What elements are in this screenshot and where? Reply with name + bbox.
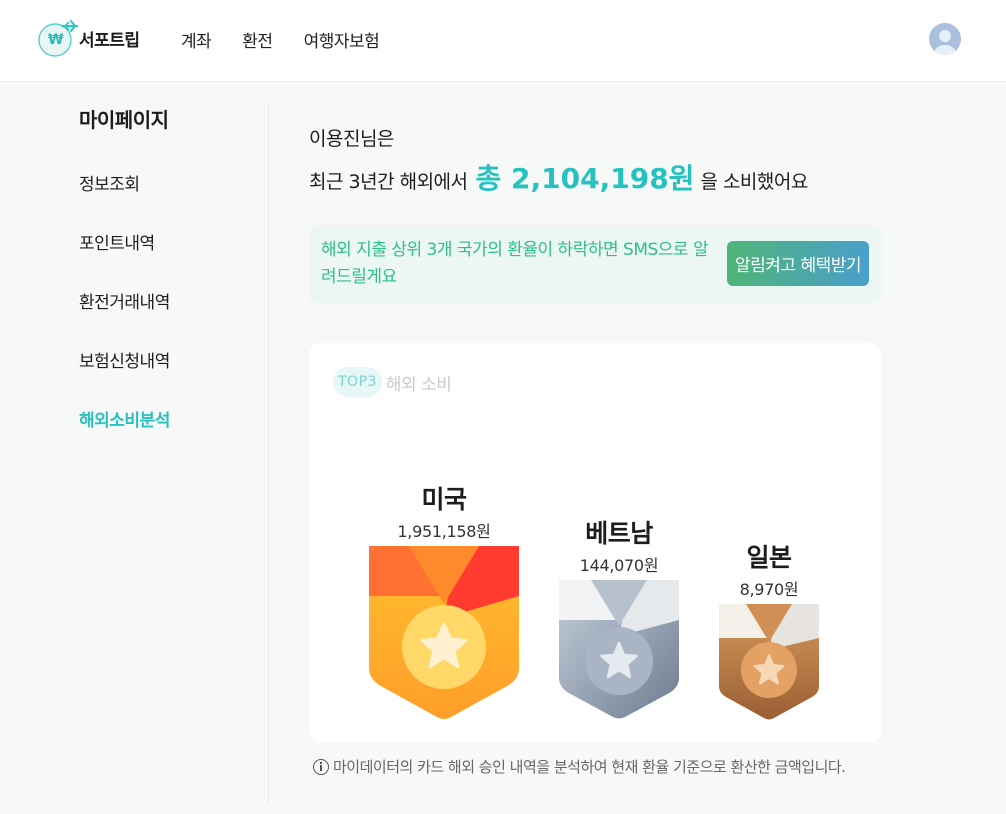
footnote: 마이데이터의 카드 해외 승인 내역을 분석하여 현재 환율 기준으로 환산한 … xyxy=(313,756,846,777)
silver-medal-icon xyxy=(559,580,679,719)
top3-badge: TOP3 xyxy=(333,367,382,397)
info-icon xyxy=(313,758,329,775)
rank-3-country: 일본 xyxy=(746,543,792,572)
bronze-medal-icon xyxy=(719,604,819,720)
total-amount: 총 2,104,198원 xyxy=(475,162,695,195)
brand-name: 서포트립 xyxy=(79,30,140,51)
spending-summary: 최근 3년간 해외에서 총 2,104,198원 을 소비했어요 xyxy=(309,157,881,197)
user-avatar-icon[interactable] xyxy=(929,23,961,55)
sidebar: 마이페이지 정보조회 포인트내역 환전거래내역 보험신청내역 해외소비분석 xyxy=(79,104,269,804)
sidebar-item-points[interactable]: 포인트내역 xyxy=(79,229,170,288)
rank-2-item: 베트남 144,070원 xyxy=(559,514,679,720)
sidebar-item-insurance-history[interactable]: 보험신청내역 xyxy=(79,347,170,406)
summary-prefix: 최근 3년간 해외에서 xyxy=(309,171,468,193)
sidebar-menu: 정보조회 포인트내역 환전거래내역 보험신청내역 해외소비분석 xyxy=(79,170,170,465)
rank-1-country: 미국 xyxy=(421,485,467,514)
summary-suffix: 을 소비했어요 xyxy=(700,171,808,193)
rank-2-country: 베트남 xyxy=(585,519,653,548)
top3-spending-card: TOP3 해외 소비 미국 1,951,158원 베트남 144,070원 일본… xyxy=(309,343,881,743)
gold-medal-icon xyxy=(369,546,519,719)
plane-won-logo-icon: ₩ xyxy=(38,18,79,58)
card-title: 해외 소비 xyxy=(385,374,452,395)
rank-1-amount: 1,951,158원 xyxy=(397,522,491,541)
rank-3-item: 일본 8,970원 xyxy=(719,538,819,721)
alert-message: 해외 지출 상위 3개 국가의 환율이 하락하면 SMS으로 알려드릴게요 xyxy=(321,240,709,287)
brand-logo[interactable]: ₩ 서포트립 xyxy=(38,18,140,58)
rank-1-item: 미국 1,951,158원 xyxy=(369,480,519,721)
sidebar-item-overseas-spending[interactable]: 해외소비분석 xyxy=(79,406,170,465)
won-symbol: ₩ xyxy=(48,32,64,48)
enable-alert-button[interactable]: 알림켜고 혜택받기 xyxy=(727,241,869,286)
exchange-alert-banner: 해외 지출 상위 3개 국가의 환율이 하락하면 SMS으로 알려드릴게요 알림… xyxy=(309,225,881,303)
rank-3-amount: 8,970원 xyxy=(739,580,799,599)
sidebar-item-exchange-history[interactable]: 환전거래내역 xyxy=(79,288,170,347)
sidebar-item-info[interactable]: 정보조회 xyxy=(79,170,170,229)
main-nav: 계좌 환전 여행자보험 xyxy=(181,27,410,52)
footnote-text: 마이데이터의 카드 해외 승인 내역을 분석하여 현재 환율 기준으로 환산한 … xyxy=(333,758,846,776)
card-header: TOP3 해외 소비 xyxy=(333,367,452,397)
nav-account[interactable]: 계좌 xyxy=(181,27,212,52)
main-content: 이용진님은 최근 3년간 해외에서 총 2,104,198원 을 소비했어요 해… xyxy=(309,124,881,776)
nav-insurance[interactable]: 여행자보험 xyxy=(304,27,380,52)
greeting-name: 이용진님은 xyxy=(309,128,394,150)
sidebar-title: 마이페이지 xyxy=(79,108,169,132)
top-header: ₩ 서포트립 계좌 환전 여행자보험 xyxy=(0,0,1006,82)
rank-2-amount: 144,070원 xyxy=(579,556,659,575)
nav-exchange[interactable]: 환전 xyxy=(242,27,273,52)
